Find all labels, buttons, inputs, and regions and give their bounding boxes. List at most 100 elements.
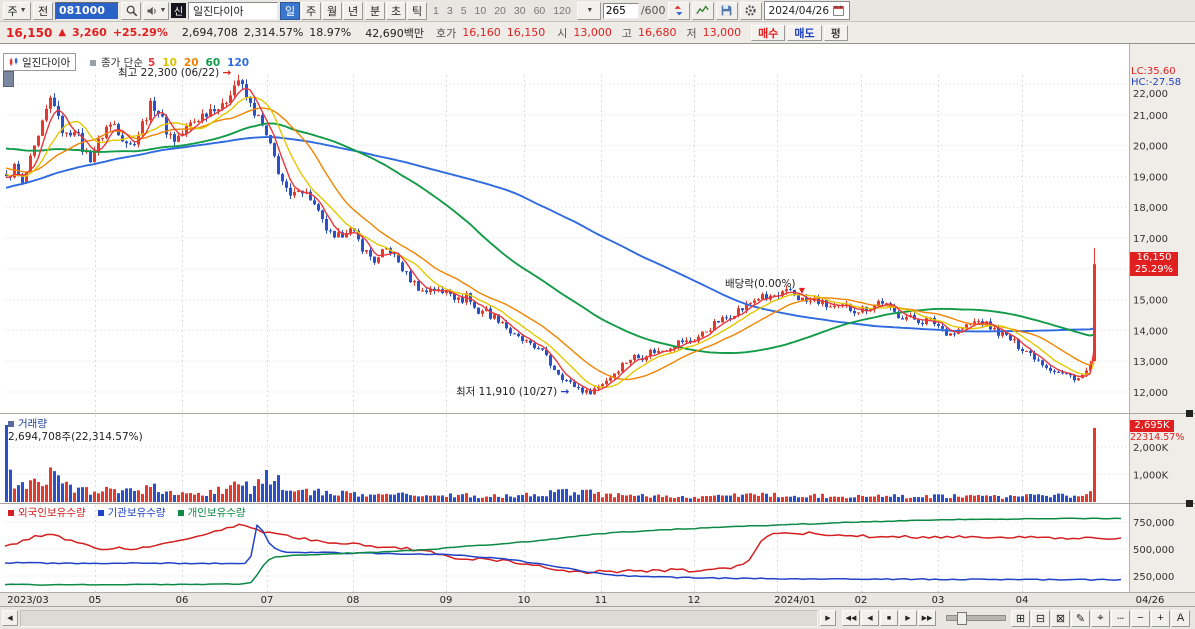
current-price: 16,150 [6,25,53,40]
volume-badge-pct: 22314.57% [1130,432,1185,443]
price-change: 3,260 [72,26,107,39]
stock-chart-window: 주 ▼ 전 ▼ 신 일진다이아 일주월년 분초틱 13510203060120 … [0,0,1195,629]
layout-split-icon[interactable]: ⊟ [1031,609,1050,627]
pane-resize-handle[interactable] [1186,410,1193,417]
interval-120[interactable]: 120 [549,3,575,19]
search-button[interactable] [121,1,141,20]
stock-type-label: 주 [7,5,18,18]
step-back-button[interactable]: ◀ [861,610,879,626]
playback-controls: ◀◀ ◀ ■ ▶ ▶▶ [842,610,936,626]
prev-stock-button[interactable]: 전 [33,1,53,20]
save-button[interactable] [715,1,738,20]
legend-square-icon [8,509,14,516]
step-forward-button[interactable]: ▶ [899,610,917,626]
holdings-legend-label: 개인보유수량 [187,507,246,519]
dividend-annotation: 배당락(0.00%) ▼ [725,278,806,295]
stock-name: 일진다이아 [188,1,278,20]
interval-1[interactable]: 1 [429,3,443,19]
zoom-slider-thumb[interactable] [957,612,967,625]
trade-value: 42,690백만 [365,26,424,40]
btn-tick[interactable]: 틱 [407,1,427,20]
buy-button[interactable]: 매수 [751,24,786,41]
chart-style-button[interactable] [691,1,714,20]
chevron-down-icon: ▼ [159,7,167,14]
open-price: 13,000 [573,26,612,39]
turnover-pct: 18.97% [309,26,352,39]
ask-price: 16,160 [462,26,501,39]
calendar-icon [832,4,845,17]
tab-month[interactable]: 월 [322,1,342,20]
interval-30[interactable]: 30 [510,3,530,19]
draw-tool-icon[interactable]: ✎ [1071,609,1090,627]
seek-end-button[interactable]: ▶▶ [918,610,936,626]
settings-button[interactable] [739,1,762,20]
zoom-in-icon[interactable]: + [1151,609,1170,627]
arrow-down-icon: ▼ [798,286,806,295]
legend-square-icon [97,509,104,516]
chart-bottom-toolbar: ◀ ▶ ◀◀ ◀ ■ ▶ ▶▶ ⊞ ⊟ ⊠ ✎ ⌖ ┄ − + A [0,606,1195,629]
avg-button[interactable]: 평 [823,24,848,41]
zoom-slider[interactable] [946,612,1006,625]
gear-icon [744,4,757,17]
date-picker[interactable]: 2024/04/26 [763,1,851,20]
layout-close-icon[interactable]: ⊠ [1051,609,1070,627]
price-change-pct: +25.29% [112,26,168,39]
interval-5[interactable]: 5 [457,3,471,19]
btn-minute[interactable]: 분 [365,1,385,20]
bar-count-max: /600 [640,4,666,17]
chevron-down-icon: ▼ [586,7,594,14]
legend-square-icon [90,59,96,66]
low-price: 13,000 [702,26,742,39]
speaker-icon [146,5,158,17]
interval-60[interactable]: 60 [530,3,550,19]
holdings-legend-item: 기관보유수량 [97,505,166,520]
high-label: 고 [621,26,632,40]
high-price: 16,680 [637,26,677,39]
interval-10[interactable]: 10 [471,3,491,19]
sell-button[interactable]: 매도 [787,24,822,41]
date-value: 2024/04/26 [768,4,830,17]
chart-scrollbar[interactable] [20,609,818,627]
btn-second[interactable]: 초 [386,1,406,20]
search-icon [125,4,138,17]
line-style-icon[interactable]: ┄ [1111,609,1130,627]
holdings-legend: 외국인보유수량 기관보유수량 개인보유수량 [8,505,246,520]
legend-square-icon [177,509,184,516]
low-annotation: 최저 11,910 (10/27) → [456,386,570,398]
stock-type-button[interactable]: 주 ▼ [3,1,31,20]
save-disk-icon [720,4,733,17]
pane-resize-handle[interactable] [1186,500,1193,507]
scroll-left-button[interactable]: ◀ [2,610,18,626]
interval-buttons: 1 3 5 10 20 30 60 120 [429,3,575,19]
bid-price: 16,150 [506,26,546,39]
interval-20[interactable]: 20 [490,3,510,19]
current-price-badge: 16,150 25.29% [1130,252,1178,276]
low-label: 저 [686,26,697,40]
stop-button[interactable]: ■ [880,610,898,626]
bar-count-input[interactable] [602,2,639,19]
stock-code-input[interactable] [55,1,119,20]
volume-value: 2,694,708 [181,26,238,39]
tab-day[interactable]: 일 [280,1,300,20]
interval-dropdown[interactable]: ▼ [576,1,601,20]
tab-week[interactable]: 주 [301,1,321,20]
scroll-right-button[interactable]: ▶ [820,610,836,626]
chart-tools: ⊞ ⊟ ⊠ ✎ ⌖ ┄ − + A [1011,609,1193,627]
price-axis-column [1129,44,1195,592]
seek-start-button[interactable]: ◀◀ [842,610,860,626]
holdings-legend-label: 외국인보유수량 [18,507,86,519]
updown-button[interactable] [667,1,690,20]
chart-tab-label: 일진다이아 [22,56,71,69]
interval-3[interactable]: 3 [443,3,457,19]
sound-button[interactable]: ▼ [143,1,169,20]
line-chart-icon [696,4,709,17]
zoom-out-icon[interactable]: − [1131,609,1150,627]
pane-tool-icon[interactable] [3,71,14,87]
crosshair-tool-icon[interactable]: ⌖ [1091,609,1110,627]
chart-tab[interactable]: 일진다이아 [3,53,77,71]
tab-year[interactable]: 년 [343,1,363,20]
layout-grid-icon[interactable]: ⊞ [1011,609,1030,627]
text-tool-icon[interactable]: A [1171,609,1190,627]
period-tabs: 일주월년 [280,1,363,20]
hc-value: HC:-27.58 [1131,77,1182,88]
